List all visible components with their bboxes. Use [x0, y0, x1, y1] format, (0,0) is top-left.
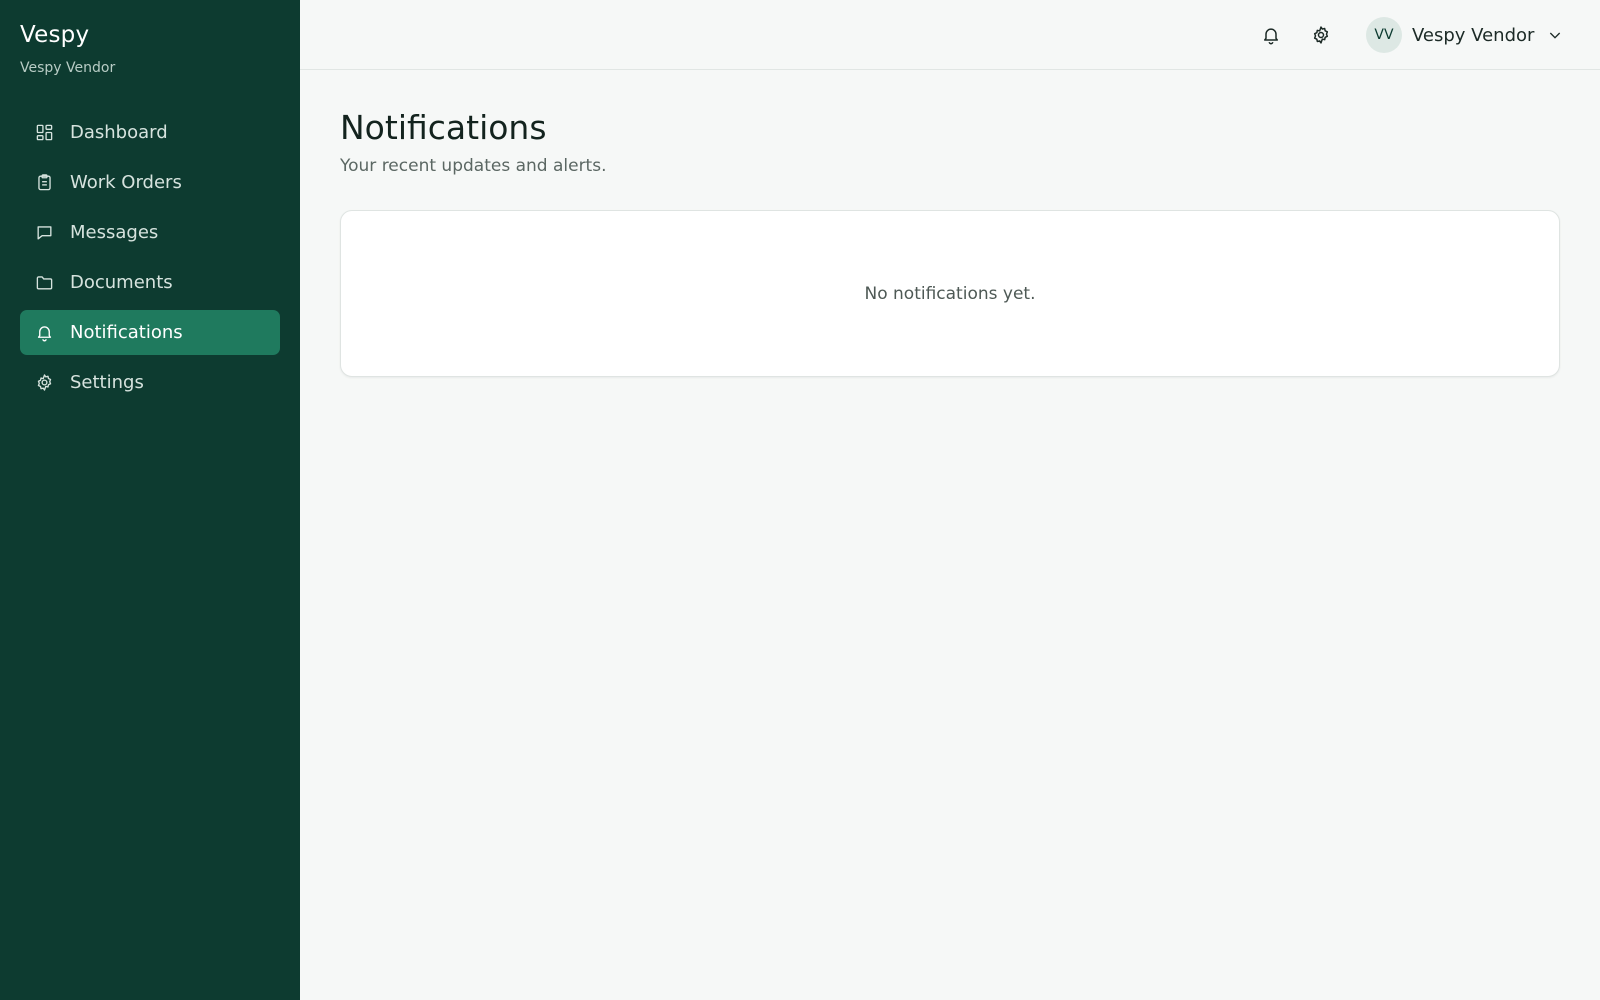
- bell-icon: [34, 323, 54, 343]
- sidebar-item-documents[interactable]: Documents: [20, 260, 280, 305]
- empty-state-message: No notifications yet.: [864, 283, 1036, 304]
- page-subtitle: Your recent updates and alerts.: [340, 156, 607, 176]
- chevron-down-icon: [1546, 26, 1564, 44]
- sidebar-item-settings[interactable]: Settings: [20, 360, 280, 405]
- message-icon: [34, 223, 54, 243]
- avatar: VV: [1366, 17, 1402, 53]
- gear-icon[interactable]: [1308, 22, 1334, 48]
- sidebar-item-label: Documents: [70, 272, 173, 293]
- sidebar-item-notifications[interactable]: Notifications: [20, 310, 280, 355]
- gear-icon: [34, 373, 54, 393]
- org-name: Vespy Vendor: [20, 60, 116, 76]
- sidebar-item-label: Dashboard: [70, 122, 168, 143]
- clipboard-icon: [34, 173, 54, 193]
- sidebar-item-dashboard[interactable]: Dashboard: [20, 110, 280, 155]
- topbar: VV Vespy Vendor: [300, 0, 1600, 70]
- folder-icon: [34, 273, 54, 293]
- dashboard-icon: [34, 123, 54, 143]
- sidebar-item-label: Messages: [70, 222, 159, 243]
- sidebar: Vespy Vespy Vendor Dashboard Work Orders…: [0, 0, 300, 1000]
- user-menu[interactable]: VV Vespy Vendor: [1366, 17, 1564, 53]
- sidebar-item-work-orders[interactable]: Work Orders: [20, 160, 280, 205]
- user-name: Vespy Vendor: [1412, 24, 1535, 46]
- sidebar-item-label: Notifications: [70, 322, 183, 343]
- brand-name[interactable]: Vespy: [20, 22, 89, 48]
- sidebar-item-messages[interactable]: Messages: [20, 210, 280, 255]
- page-title: Notifications: [340, 108, 547, 147]
- notifications-card: No notifications yet.: [340, 210, 1560, 377]
- bell-icon[interactable]: [1258, 22, 1284, 48]
- sidebar-item-label: Settings: [70, 372, 144, 393]
- sidebar-nav: Dashboard Work Orders Messages Documents…: [20, 110, 280, 410]
- sidebar-item-label: Work Orders: [70, 172, 182, 193]
